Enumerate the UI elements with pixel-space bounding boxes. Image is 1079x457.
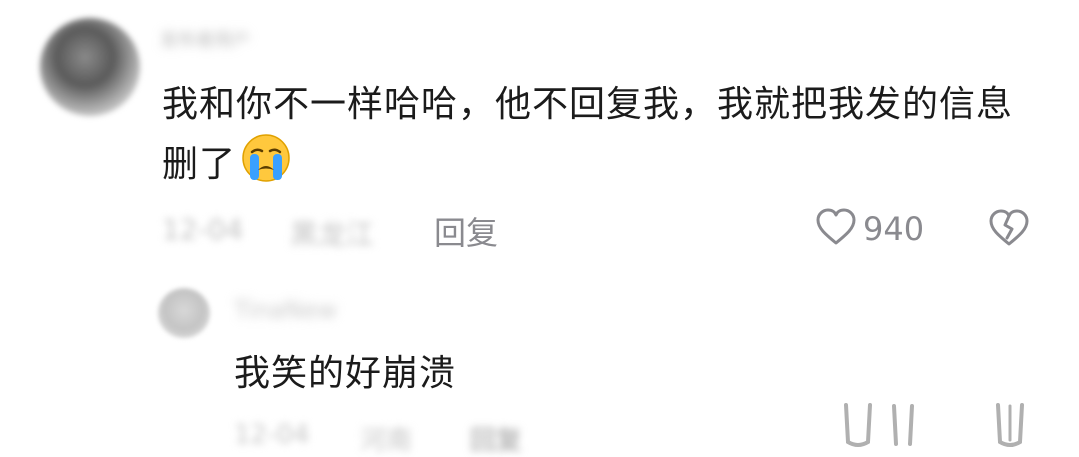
commenter-username[interactable]: 发布者用户 (160, 26, 320, 51)
comment-body: 我和你不一样哈哈，他不回复我，我就把我发的信息删了 (162, 78, 1042, 192)
comment-location: 黑龙江 (290, 218, 375, 251)
reply-avatar[interactable] (158, 288, 210, 338)
crying-face-emoji-icon (240, 132, 292, 184)
decorative-stroke-icon (996, 403, 1024, 447)
reply-date: 12-04 (234, 420, 310, 450)
reply-username[interactable]: TinaNew (234, 296, 337, 324)
heart-icon (815, 208, 857, 250)
reply-text: 我笑的好崩溃 (234, 353, 457, 394)
comment-date: 12-04 (162, 213, 244, 246)
reply-reply-button[interactable]: 回复 (470, 420, 522, 457)
reply-button[interactable]: 回复 (434, 208, 498, 254)
like-count: 940 (863, 210, 925, 248)
broken-heart-icon[interactable] (988, 208, 1030, 252)
decorative-stroke-icon (892, 404, 914, 446)
reply-location: 河南 (360, 426, 413, 456)
commenter-avatar[interactable] (40, 18, 140, 116)
decorative-stroke-icon (844, 403, 872, 447)
like-button[interactable]: 940 (815, 208, 924, 250)
